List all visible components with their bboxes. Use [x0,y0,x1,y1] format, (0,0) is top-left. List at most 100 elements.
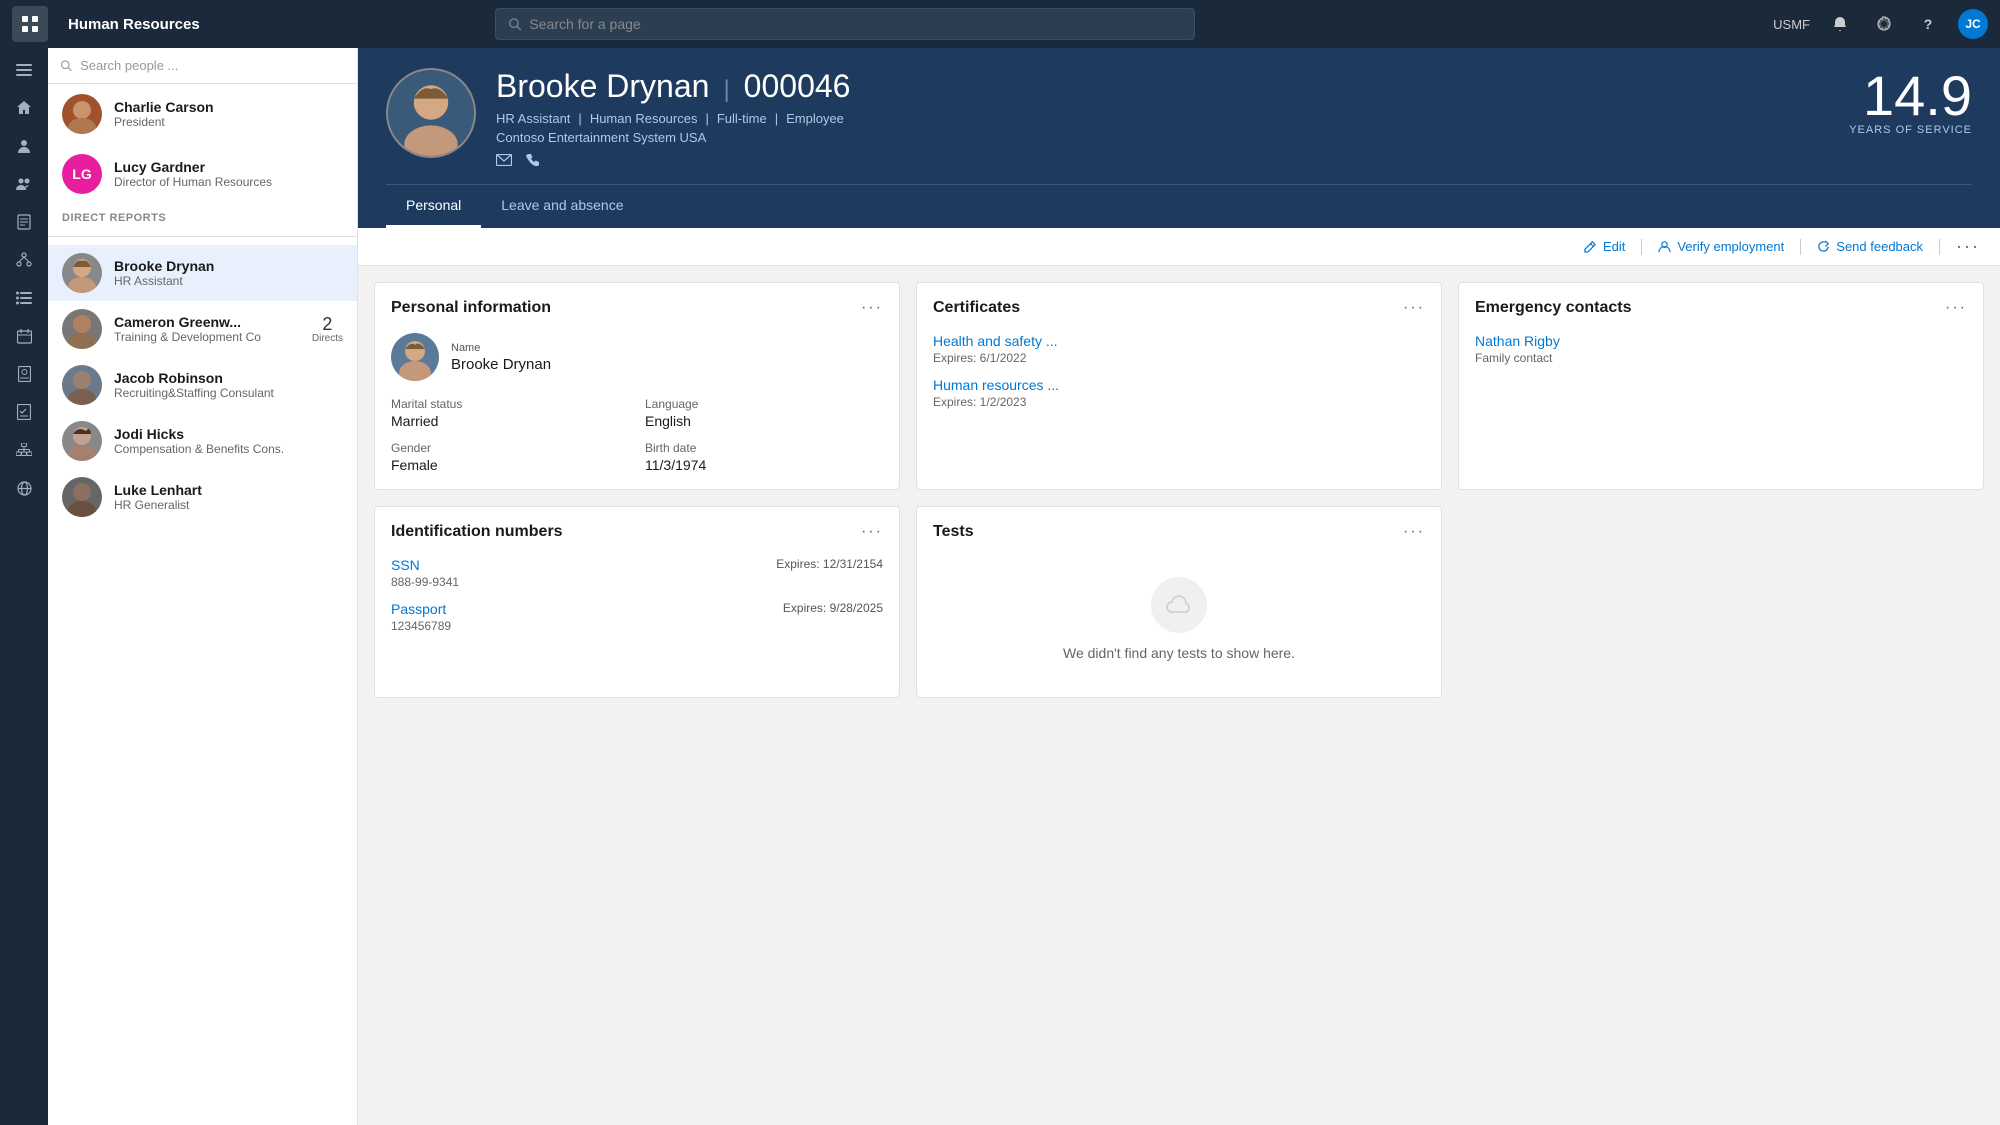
cameron-role: Training & Development Co [114,330,261,344]
rail-badge-icon[interactable] [6,356,42,392]
employee-details: Brooke Drynan | 000046 HR Assistant | Hu… [496,68,1829,172]
personal-info-menu[interactable]: ··· [861,299,883,317]
cards-grid: Personal information ··· Name Brooke Dry… [358,266,2000,714]
rail-network-icon[interactable] [6,242,42,278]
sidebar-item-luke[interactable]: Luke Lenhart HR Generalist [48,469,357,525]
verify-employment-button[interactable]: Verify employment [1658,239,1784,254]
emergency-contacts-header: Emergency contacts ··· [1475,299,1967,317]
id-passport-group: Passport 123456789 [391,601,451,633]
rail-org-icon[interactable] [6,432,42,468]
emergency-contacts-title: Emergency contacts [1475,299,1632,317]
toolbar-sep-3 [1939,239,1940,255]
employee-tabs: Personal Leave and absence [386,184,1972,228]
sidebar-item-cameron[interactable]: Cameron Greenw... Training & Development… [48,301,357,357]
pi-employee-name: Brooke Drynan [451,356,551,373]
content-toolbar: Edit Verify employment Send feedback [358,228,2000,266]
lucy-name: Lucy Gardner [114,159,272,175]
tests-menu[interactable]: ··· [1403,523,1425,541]
years-number: 14.9 [1849,68,1972,124]
jodi-avatar [62,421,102,461]
rail-home-icon[interactable] [6,90,42,126]
rail-checklist-icon[interactable] [6,394,42,430]
rail-report-icon[interactable] [6,204,42,240]
ec-name-1[interactable]: Nathan Rigby [1475,333,1967,349]
id-passport-number: 123456789 [391,619,451,633]
cameron-directs-label: Directs [312,333,343,344]
search-input[interactable] [529,16,1181,32]
employee-meta: HR Assistant | Human Resources | Full-ti… [496,111,1829,126]
rail-people-icon[interactable] [6,166,42,202]
id-ssn-number: 888-99-9341 [391,575,459,589]
main-content: Brooke Drynan | 000046 HR Assistant | Hu… [358,48,2000,1125]
jacob-role: Recruiting&Staffing Consulant [114,386,274,400]
jacob-avatar [62,365,102,405]
language-field: Language English [645,397,883,429]
rail-calendar-icon[interactable] [6,318,42,354]
sidebar-item-lucy[interactable]: LG Lucy Gardner Director of Human Resour… [48,144,357,204]
certificates-menu[interactable]: ··· [1403,299,1425,317]
phone-icon[interactable] [526,153,540,172]
sidebar-item-jodi[interactable]: Jodi Hicks Compensation & Benefits Cons. [48,413,357,469]
send-feedback-button[interactable]: Send feedback [1817,239,1923,254]
tab-leave[interactable]: Leave and absence [481,185,643,228]
emergency-contacts-menu[interactable]: ··· [1945,299,1967,317]
jacob-info: Jacob Robinson Recruiting&Staffing Consu… [114,370,274,400]
jodi-info: Jodi Hicks Compensation & Benefits Cons. [114,426,284,456]
employee-level: Employee [786,111,844,126]
id-ssn-group: SSN 888-99-9341 [391,557,459,589]
people-search-bar[interactable] [48,48,357,84]
notifications-icon[interactable] [1826,10,1854,38]
charlie-name: Charlie Carson [114,99,214,115]
app-title: Human Resources [68,16,200,33]
sidebar-item-charlie[interactable]: Charlie Carson President [48,84,357,144]
sidebar: Charlie Carson President LG Lucy Gardner… [48,48,358,1125]
people-search-input[interactable] [80,58,345,73]
grid-menu-icon[interactable] [12,6,48,42]
rail-globe-icon[interactable] [6,470,42,506]
identification-menu[interactable]: ··· [861,523,883,541]
gender-field: Gender Female [391,441,629,473]
birth-date-field: Birth date 11/3/1974 [645,441,883,473]
tests-card: Tests ··· We didn't find any tests to sh… [916,506,1442,698]
mail-icon[interactable] [496,153,512,172]
id-passport-type[interactable]: Passport [391,601,451,617]
personal-info-card: Personal information ··· Name Brooke Dry… [374,282,900,490]
org-label: USMF [1773,17,1810,32]
global-search[interactable] [495,8,1195,40]
cert-link-2[interactable]: Human resources ... [933,377,1425,393]
charlie-avatar [62,94,102,134]
cameron-directs-count: 2 [322,315,332,333]
cert-link-1[interactable]: Health and safety ... [933,333,1425,349]
sidebar-item-brooke[interactable]: Brooke Drynan HR Assistant [48,245,357,301]
cameron-avatar [62,309,102,349]
id-ssn-type[interactable]: SSN [391,557,459,573]
brooke-avatar [62,253,102,293]
years-label: YEARS OF SERVICE [1849,124,1972,136]
jodi-name: Jodi Hicks [114,426,284,442]
nav-right: USMF ? JC [1773,9,1988,39]
jodi-role: Compensation & Benefits Cons. [114,442,284,456]
sidebar-item-jacob[interactable]: Jacob Robinson Recruiting&Staffing Consu… [48,357,357,413]
employee-type: Full-time [717,111,767,126]
rail-person-icon[interactable] [6,128,42,164]
tab-personal[interactable]: Personal [386,185,481,228]
employee-photo [386,68,476,158]
edit-button[interactable]: Edit [1584,239,1625,254]
more-actions-button[interactable]: ··· [1956,236,1980,257]
user-avatar[interactable]: JC [1958,9,1988,39]
ec-item-1: Nathan Rigby Family contact [1475,333,1967,365]
feedback-icon [1817,240,1830,253]
cloud-icon [1151,577,1207,633]
id-ssn-expires: Expires: 12/31/2154 [776,557,883,571]
identification-header: Identification numbers ··· [391,523,883,541]
settings-icon[interactable] [1870,10,1898,38]
charlie-info: Charlie Carson President [114,99,214,129]
cameron-directs-badge: 2 Directs [312,315,343,344]
rail-menu-icon[interactable] [6,52,42,88]
help-icon[interactable]: ? [1914,10,1942,38]
cert-item-1: Health and safety ... Expires: 6/1/2022 [933,333,1425,365]
cert-expires-2: Expires: 1/2/2023 [933,395,1425,409]
rail-list-icon[interactable] [6,280,42,316]
tests-title: Tests [933,523,974,541]
edit-icon [1584,240,1597,253]
